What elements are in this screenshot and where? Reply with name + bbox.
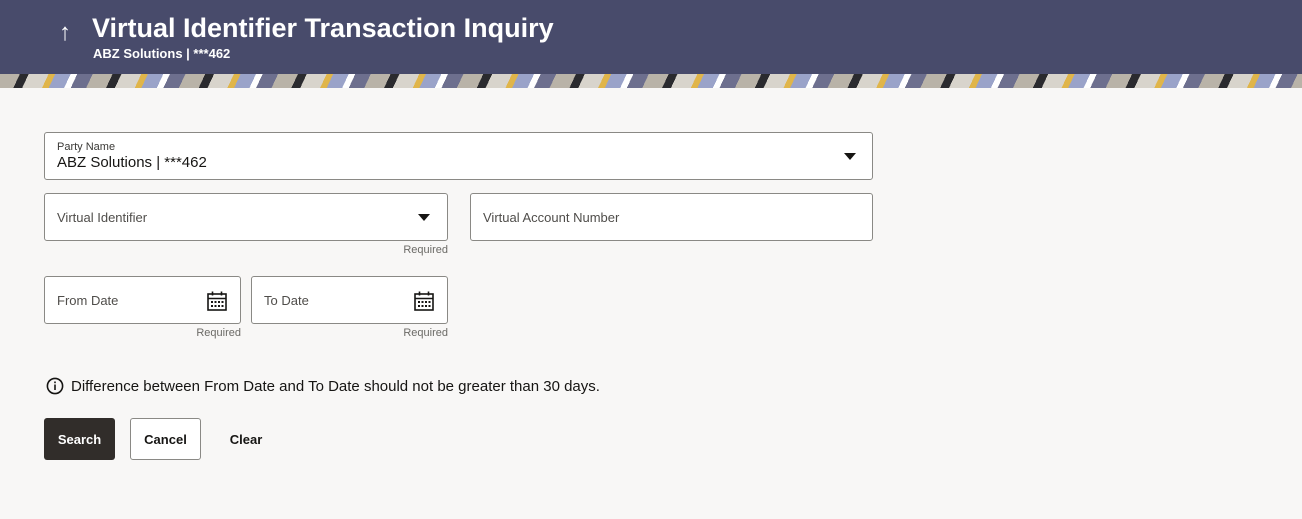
party-name-select[interactable]: Party Name ABZ Solutions | ***462 — [44, 132, 873, 180]
party-name-value: ABZ Solutions | ***462 — [57, 154, 207, 171]
date-range-info: Difference between From Date and To Date… — [46, 377, 600, 395]
party-name-label: Party Name — [57, 141, 116, 153]
to-date-required: Required — [403, 327, 448, 339]
up-arrow-icon[interactable]: ↑ — [52, 18, 78, 48]
virtual-account-number-label: Virtual Account Number — [483, 210, 620, 225]
search-button[interactable]: Search — [44, 418, 115, 460]
to-date-input[interactable]: To Date — [251, 276, 448, 324]
calendar-icon[interactable] — [413, 290, 435, 312]
from-date-label: From Date — [57, 293, 119, 308]
chevron-down-icon[interactable] — [844, 153, 856, 160]
page-header: ↑ Virtual Identifier Transaction Inquiry… — [0, 0, 1302, 88]
chevron-down-icon[interactable] — [418, 214, 430, 221]
virtual-account-number-input[interactable]: Virtual Account Number — [470, 193, 873, 241]
info-message: Difference between From Date and To Date… — [71, 377, 600, 395]
to-date-label: To Date — [264, 293, 309, 308]
virtual-identifier-select[interactable]: Virtual Identifier — [44, 193, 448, 241]
cancel-button[interactable]: Cancel — [130, 418, 201, 460]
virtual-identifier-required: Required — [403, 244, 448, 256]
calendar-icon[interactable] — [206, 290, 228, 312]
clear-button[interactable]: Clear — [224, 418, 268, 460]
page-subtitle: ABZ Solutions | ***462 — [93, 46, 231, 61]
from-date-required: Required — [196, 327, 241, 339]
header-decorative-band — [0, 74, 1302, 88]
virtual-identifier-label: Virtual Identifier — [57, 210, 148, 225]
from-date-input[interactable]: From Date — [44, 276, 241, 324]
info-icon — [46, 377, 64, 395]
page-title: Virtual Identifier Transaction Inquiry — [92, 13, 554, 43]
